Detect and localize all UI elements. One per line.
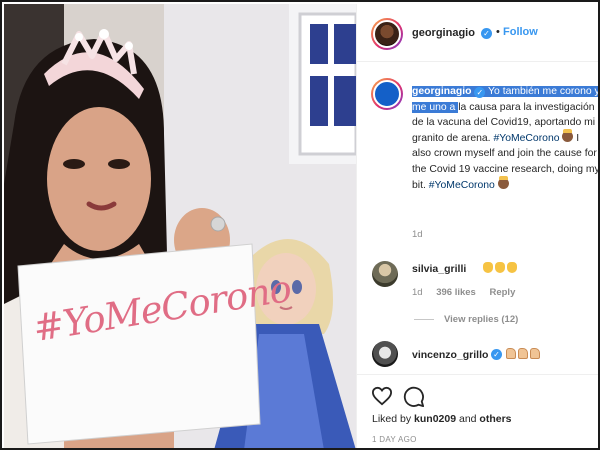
caption-hashtag-2[interactable]: #YoMeCorono	[429, 180, 495, 191]
liked-by-text: Liked by kun0209 and others	[372, 413, 512, 425]
verified-badge-icon: ✓	[491, 349, 502, 360]
comment-icon[interactable]	[403, 386, 425, 407]
thumbs-up-emoji-icon	[506, 348, 542, 361]
crowned-emoji-icon	[562, 128, 574, 142]
verified-badge-icon: ✓	[474, 87, 486, 98]
post-date[interactable]: 1 DAY AGO	[372, 435, 417, 444]
post-caption: georginagio ✓ Yo también me corono y me …	[412, 84, 598, 193]
caption-hashtag[interactable]: #YoMeCorono	[493, 133, 559, 144]
clapping-hands-emoji-icon	[483, 262, 519, 275]
caption-author-avatar[interactable]	[371, 78, 403, 110]
caption-timestamp[interactable]: 1d	[412, 229, 423, 240]
liked-by-others[interactable]: others	[479, 413, 511, 425]
post-photo[interactable]: #YoMeCorono	[4, 4, 356, 448]
caption-username[interactable]: georginagio	[412, 86, 471, 97]
author-avatar[interactable]	[371, 18, 403, 50]
liked-by-user[interactable]: kun0209	[414, 413, 456, 425]
view-replies-button[interactable]: View replies (12)	[414, 314, 518, 325]
crowned-emoji-icon	[497, 175, 509, 189]
heart-icon[interactable]	[371, 386, 393, 406]
post-side-panel: georginagio ✓ • Follow georginagio ✓ Yo …	[356, 4, 598, 448]
follow-button[interactable]: Follow	[503, 26, 538, 38]
view-replies-label: View replies (12)	[444, 314, 519, 325]
view-replies-line	[414, 318, 434, 320]
liked-by-prefix: Liked by	[372, 413, 415, 425]
reply-button[interactable]: Reply	[489, 287, 515, 298]
window	[289, 4, 356, 164]
separator-dot: •	[496, 26, 500, 38]
comment-avatar[interactable]	[372, 261, 398, 287]
verified-badge-icon: ✓	[481, 28, 492, 39]
comment-avatar[interactable]	[372, 341, 398, 367]
comment-likes[interactable]: 396 likes	[436, 287, 476, 298]
post-actions: Liked by kun0209 and others 1 DAY AGO	[357, 374, 598, 448]
photo-illustration	[4, 4, 356, 448]
comment-meta: 1d 396 likes Reply	[412, 287, 526, 298]
post-header: georginagio ✓ • Follow	[357, 4, 598, 62]
liked-by-and: and	[456, 413, 480, 425]
comment-username[interactable]: vincenzo_grillo	[412, 349, 488, 361]
comment-timestamp[interactable]: 1d	[412, 287, 423, 298]
instagram-post-frame: #YoMeCorono georginagio ✓ • Follow georg…	[0, 0, 600, 450]
author-username[interactable]: georginagio	[412, 27, 475, 39]
comment-username[interactable]: silvia_grilli	[412, 263, 466, 275]
